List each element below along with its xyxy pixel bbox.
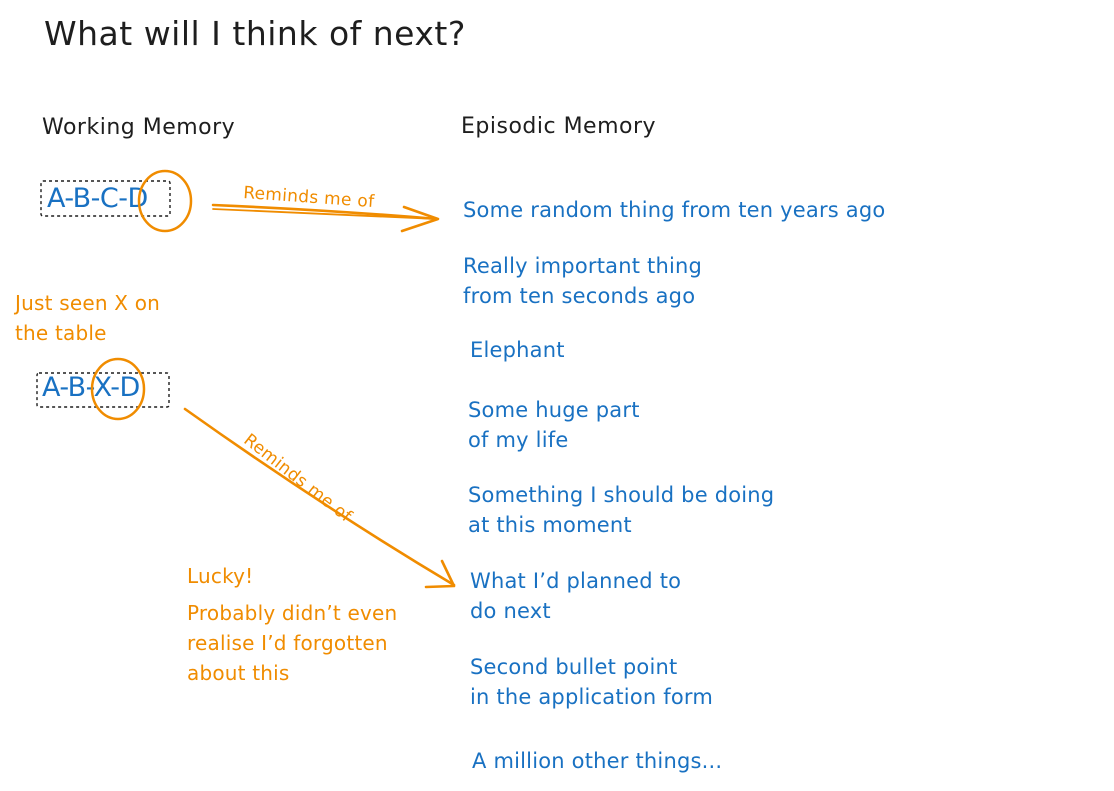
episodic-item-7: Second bullet point in the application f…	[470, 652, 713, 712]
probably-line-1: Probably didn’t even	[187, 601, 398, 625]
working-memory-sequence-2: A-B-X-D	[42, 372, 140, 403]
episodic-item-5: Something I should be doing at this mome…	[468, 480, 774, 540]
episodic-item-3: Elephant	[470, 335, 565, 365]
just-seen-note: Just seen X on the table	[15, 288, 160, 348]
just-seen-line-2: the table	[15, 321, 107, 345]
episodic-item-6-line-2: do next	[470, 599, 551, 623]
diagram-canvas: What will I think of next? Working Memor…	[0, 0, 1114, 791]
episodic-item-2: Really important thing from ten seconds …	[463, 251, 702, 311]
reminds-me-of-label-2: Reminds me of	[239, 430, 356, 527]
episodic-item-2-line-2: from ten seconds ago	[463, 284, 696, 308]
page-title: What will I think of next?	[44, 14, 466, 53]
working-memory-sequence-1: A-B-C-D	[47, 183, 148, 214]
episodic-item-2-line-1: Really important thing	[463, 254, 703, 278]
reminds-me-of-label-1: Reminds me of	[242, 183, 376, 213]
episodic-item-6-line-1: What I’d planned to	[470, 569, 682, 593]
probably-line-3: about this	[187, 661, 290, 685]
just-seen-line-1: Just seen X on	[15, 291, 161, 315]
episodic-item-4: Some huge part of my life	[468, 395, 640, 455]
episodic-item-5-line-1: Something I should be doing	[468, 483, 775, 507]
episodic-item-8-line-1: A million other things...	[472, 749, 723, 773]
episodic-item-4-line-1: Some huge part	[468, 398, 640, 422]
working-memory-heading: Working Memory	[42, 115, 236, 140]
episodic-item-1: Some random thing from ten years ago	[463, 195, 885, 225]
episodic-item-5-line-2: at this moment	[468, 513, 632, 537]
episodic-item-6: What I’d planned to do next	[470, 566, 681, 626]
lucky-note: Lucky!	[187, 564, 254, 588]
probably-line-2: realise I’d forgotten	[187, 631, 388, 655]
episodic-item-3-line-1: Elephant	[470, 338, 565, 362]
episodic-item-7-line-2: in the application form	[470, 685, 714, 709]
episodic-item-4-line-2: of my life	[468, 428, 569, 452]
episodic-item-8: A million other things...	[472, 746, 722, 776]
probably-note: Probably didn’t even realise I’d forgott…	[187, 598, 397, 688]
episodic-item-7-line-1: Second bullet point	[470, 655, 678, 679]
episodic-memory-heading: Episodic Memory	[461, 114, 657, 139]
episodic-item-1-line-1: Some random thing from ten years ago	[463, 198, 886, 222]
reminds-me-of-arrow-1	[211, 203, 440, 233]
